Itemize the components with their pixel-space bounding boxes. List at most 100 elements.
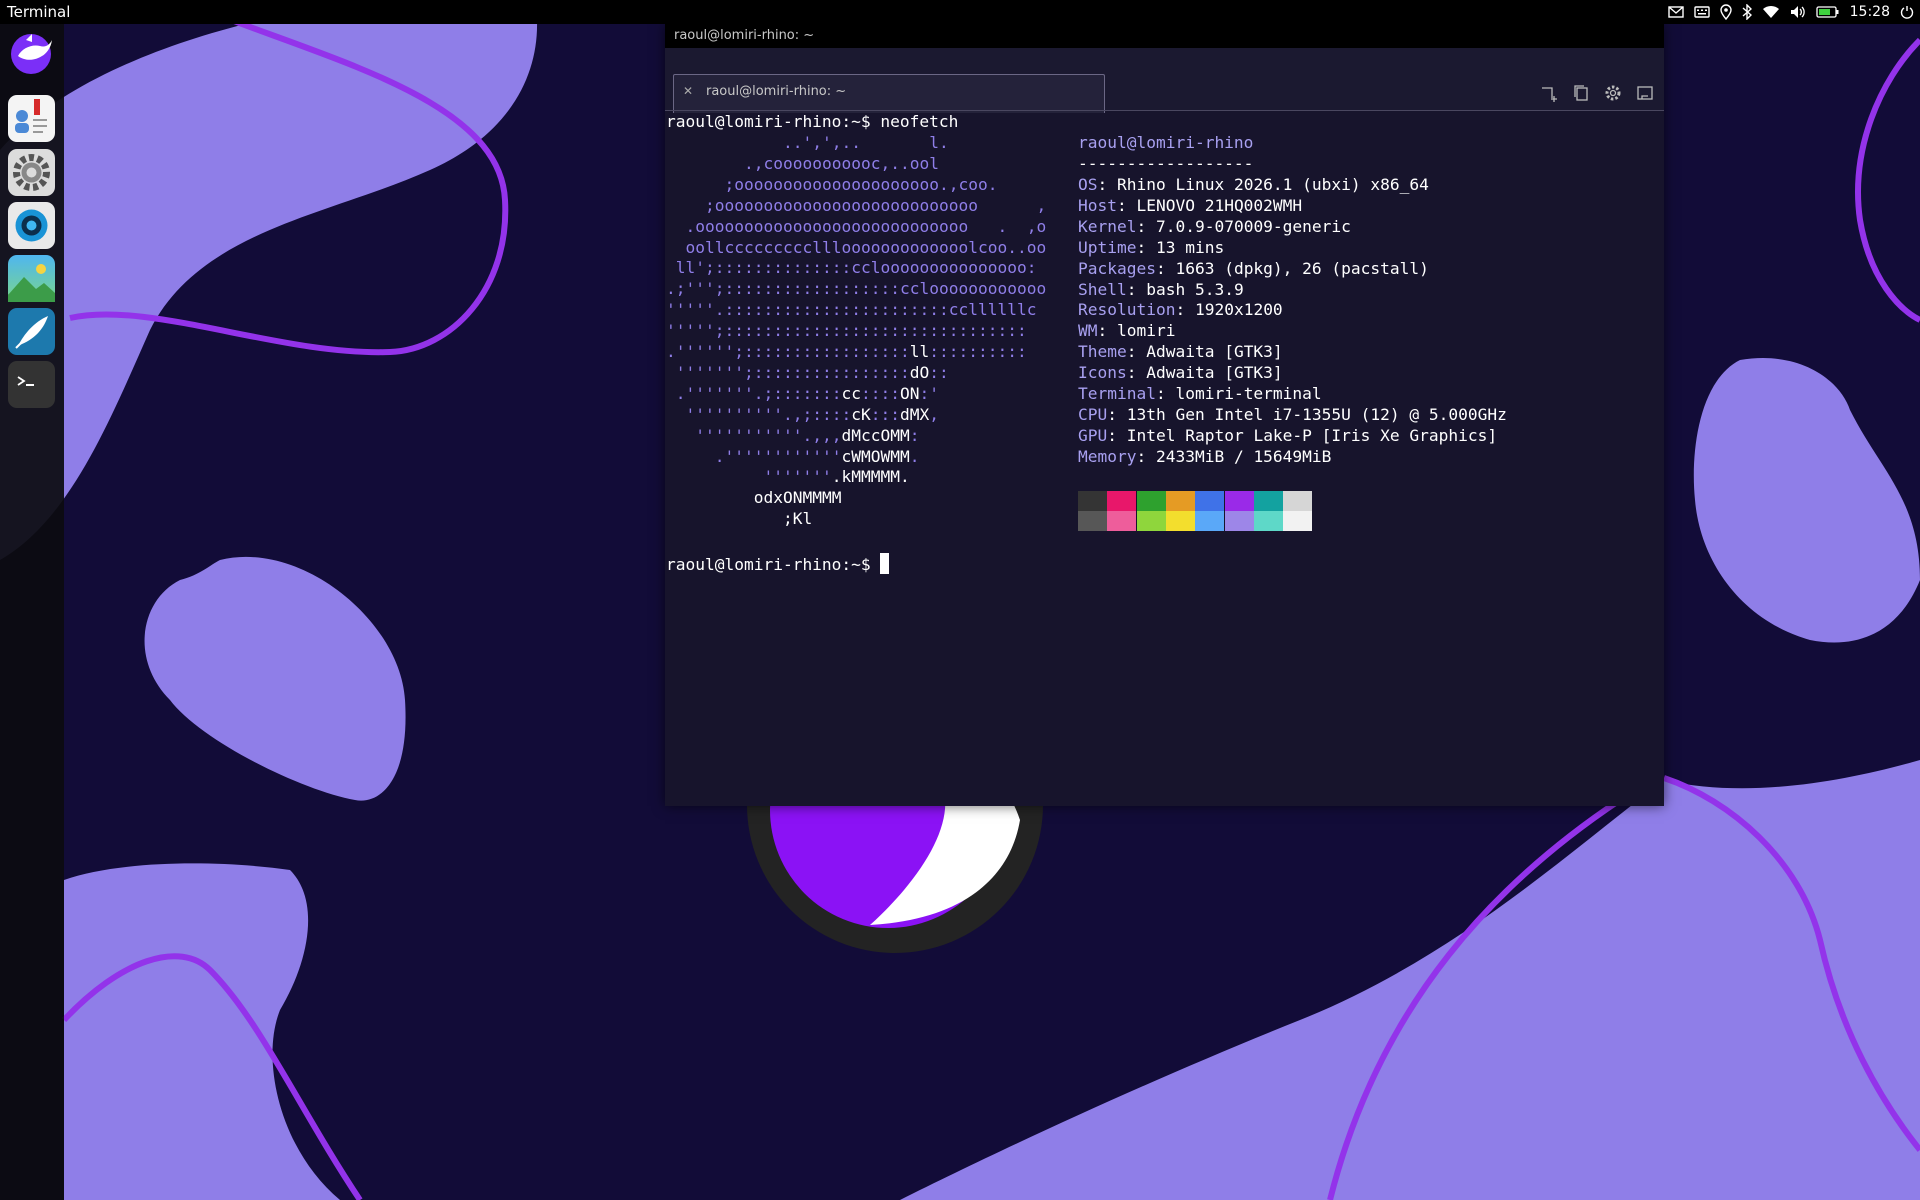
palette-swatch (1224, 491, 1254, 511)
info-value: Rhino Linux 2026.1 (ubxi) x86_64 (1117, 175, 1429, 194)
info-label: Uptime (1078, 237, 1137, 257)
keyboard-icon[interactable] (1693, 6, 1710, 18)
palette-swatch (1224, 511, 1254, 531)
info-colon: : (1126, 342, 1147, 362)
info-colon: : (1126, 279, 1147, 299)
palette-swatch (1078, 511, 1107, 531)
info-line: GPU: Intel Raptor Lake-P [Iris Xe Graphi… (1078, 426, 1497, 446)
info-colon: : (1136, 237, 1156, 257)
info-value: 1663 (dpkg), 26 (pacstall) (1175, 258, 1429, 278)
copy-icon[interactable] (1570, 82, 1592, 104)
palette-swatch (1195, 511, 1225, 531)
palette-swatch (1283, 491, 1313, 511)
palette-swatch (1283, 511, 1313, 531)
terminal-output[interactable]: raoul@lomiri-rhino:~$ neofetch ..',',.. … (666, 111, 1664, 806)
info-label: Terminal (1078, 384, 1156, 403)
info-colon: : (1097, 175, 1117, 194)
info-value: 13 mins (1155, 237, 1225, 257)
close-tab-icon[interactable]: ✕ (683, 84, 693, 98)
info-line: Terminal: lomiri-terminal (1078, 384, 1322, 404)
logo-line: oollccccccccclllooooooooooooolcoo..oo (685, 237, 1047, 257)
top-panel: Terminal 15:28 (0, 0, 1920, 24)
info-value: Adwaita [GTK3] (1146, 363, 1283, 383)
logo-line: ..',',.. l. (783, 133, 949, 152)
volume-icon[interactable] (1790, 5, 1806, 19)
terminal-tab[interactable]: ✕ raoul@lomiri-rhino: ~ (673, 74, 1105, 113)
keyboard-toggle-icon[interactable] (1634, 82, 1656, 104)
info-label: GPU (1078, 425, 1108, 445)
info-value: 1920x1200 (1194, 300, 1283, 320)
new-tab-icon[interactable] (1538, 82, 1560, 104)
logo-line: .,cooooooooooc,..ool (744, 153, 939, 173)
logo-line: odxONMMMM (753, 488, 842, 508)
info-label: OS (1078, 175, 1098, 194)
info-value: Intel Raptor Lake-P [Iris Xe Graphics] (1126, 425, 1498, 445)
logo-line: ;Kl (783, 509, 813, 529)
mail-icon[interactable] (1667, 6, 1684, 18)
location-icon[interactable] (1719, 4, 1732, 20)
clock[interactable]: 15:28 (1850, 4, 1890, 20)
terminal-window[interactable]: raoul@lomiri-rhino: ~ ✕ raoul@lomiri-rhi… (665, 24, 1664, 806)
current-prompt-line[interactable]: raoul@lomiri-rhino:~$ (666, 553, 890, 575)
info-line: Resolution: 1920x1200 (1078, 300, 1283, 320)
info-label: Resolution (1078, 300, 1176, 320)
logo-line: .oooooooooooooooooooooooooooo . ,o (685, 216, 1047, 236)
palette-swatch (1195, 491, 1225, 511)
info-line: WM: lomiri (1078, 321, 1175, 341)
command-text: neofetch (880, 112, 959, 131)
palette-swatch (1078, 491, 1107, 511)
info-value: 2433MiB / 15649MiB (1155, 446, 1332, 466)
battery-icon[interactable] (1815, 6, 1840, 18)
logo-line: ;ooooooooooooooooooooooooooo , (705, 195, 1047, 215)
logo-line: .'''''''.;:::::::cc::::ON:' (675, 383, 939, 403)
info-line: Kernel: 7.0.9-070009-generic (1078, 217, 1351, 237)
logo-line: ll';::::::::::::::cclooooooooooooooo: (675, 258, 1037, 278)
settings-icon[interactable] (1602, 82, 1624, 104)
info-label: CPU (1078, 404, 1108, 424)
info-colon: : (1097, 321, 1117, 341)
bluetooth-icon[interactable] (1742, 4, 1752, 20)
info-label: Theme (1078, 342, 1127, 362)
info-value: lomiri (1117, 321, 1176, 341)
info-colon: : (1126, 363, 1147, 383)
info-separator: ------------------ (1078, 154, 1254, 173)
info-label: Shell (1078, 279, 1127, 299)
palette-swatch (1165, 491, 1195, 511)
terminal-icon[interactable] (8, 361, 55, 408)
app-title: Terminal (7, 3, 71, 21)
info-line: Uptime: 13 mins (1078, 238, 1224, 258)
gear-icon[interactable] (8, 149, 55, 196)
palette-swatch (1165, 511, 1195, 531)
info-colon: : (1175, 300, 1195, 320)
text-cursor (880, 553, 890, 574)
info-line: OS: Rhino Linux 2026.1 (ubxi) x86_64 (1078, 175, 1429, 195)
gallery-icon[interactable] (8, 255, 55, 302)
info-line: Packages: 1663 (dpkg), 26 (pacstall) (1078, 259, 1429, 279)
info-colon: : (1155, 258, 1176, 278)
info-label: Host (1078, 195, 1117, 215)
logo-line: ''''';::::::::::::::::::::::::::::::: (666, 321, 1027, 341)
quill-icon[interactable] (8, 308, 55, 355)
logo-line: .''''''''''''cWMOWMM. (714, 446, 920, 466)
command-line: raoul@lomiri-rhino:~$ neofetch (666, 112, 958, 132)
window-titlebar[interactable]: raoul@lomiri-rhino: ~ (665, 24, 1664, 48)
info-value: LENOVO 21HQ002WMH (1136, 195, 1303, 215)
info-line: Host: LENOVO 21HQ002WMH (1078, 196, 1302, 216)
info-value: Adwaita [GTK3] (1146, 342, 1283, 362)
info-line: Shell: bash 5.3.9 (1078, 280, 1244, 300)
info-colon: : (1107, 425, 1127, 445)
contacts-icon[interactable] (8, 95, 55, 142)
info-label: Packages (1078, 258, 1156, 278)
info-value: bash 5.3.9 (1146, 279, 1244, 299)
info-line: Memory: 2433MiB / 15649MiB (1078, 447, 1331, 467)
info-line: Icons: Adwaita [GTK3] (1078, 363, 1283, 383)
palette-swatch (1253, 491, 1283, 511)
tab-label: raoul@lomiri-rhino: ~ (706, 84, 847, 99)
palette-swatch (1136, 491, 1166, 511)
power-icon[interactable] (1900, 5, 1914, 19)
rhino-logo-icon[interactable] (8, 30, 55, 77)
camera-icon[interactable] (8, 202, 55, 249)
info-header: raoul@lomiri-rhino (1078, 133, 1254, 152)
wifi-icon[interactable] (1762, 5, 1780, 19)
logo-line: ''''''''''.,;::::cK:::dMX, (685, 404, 940, 424)
